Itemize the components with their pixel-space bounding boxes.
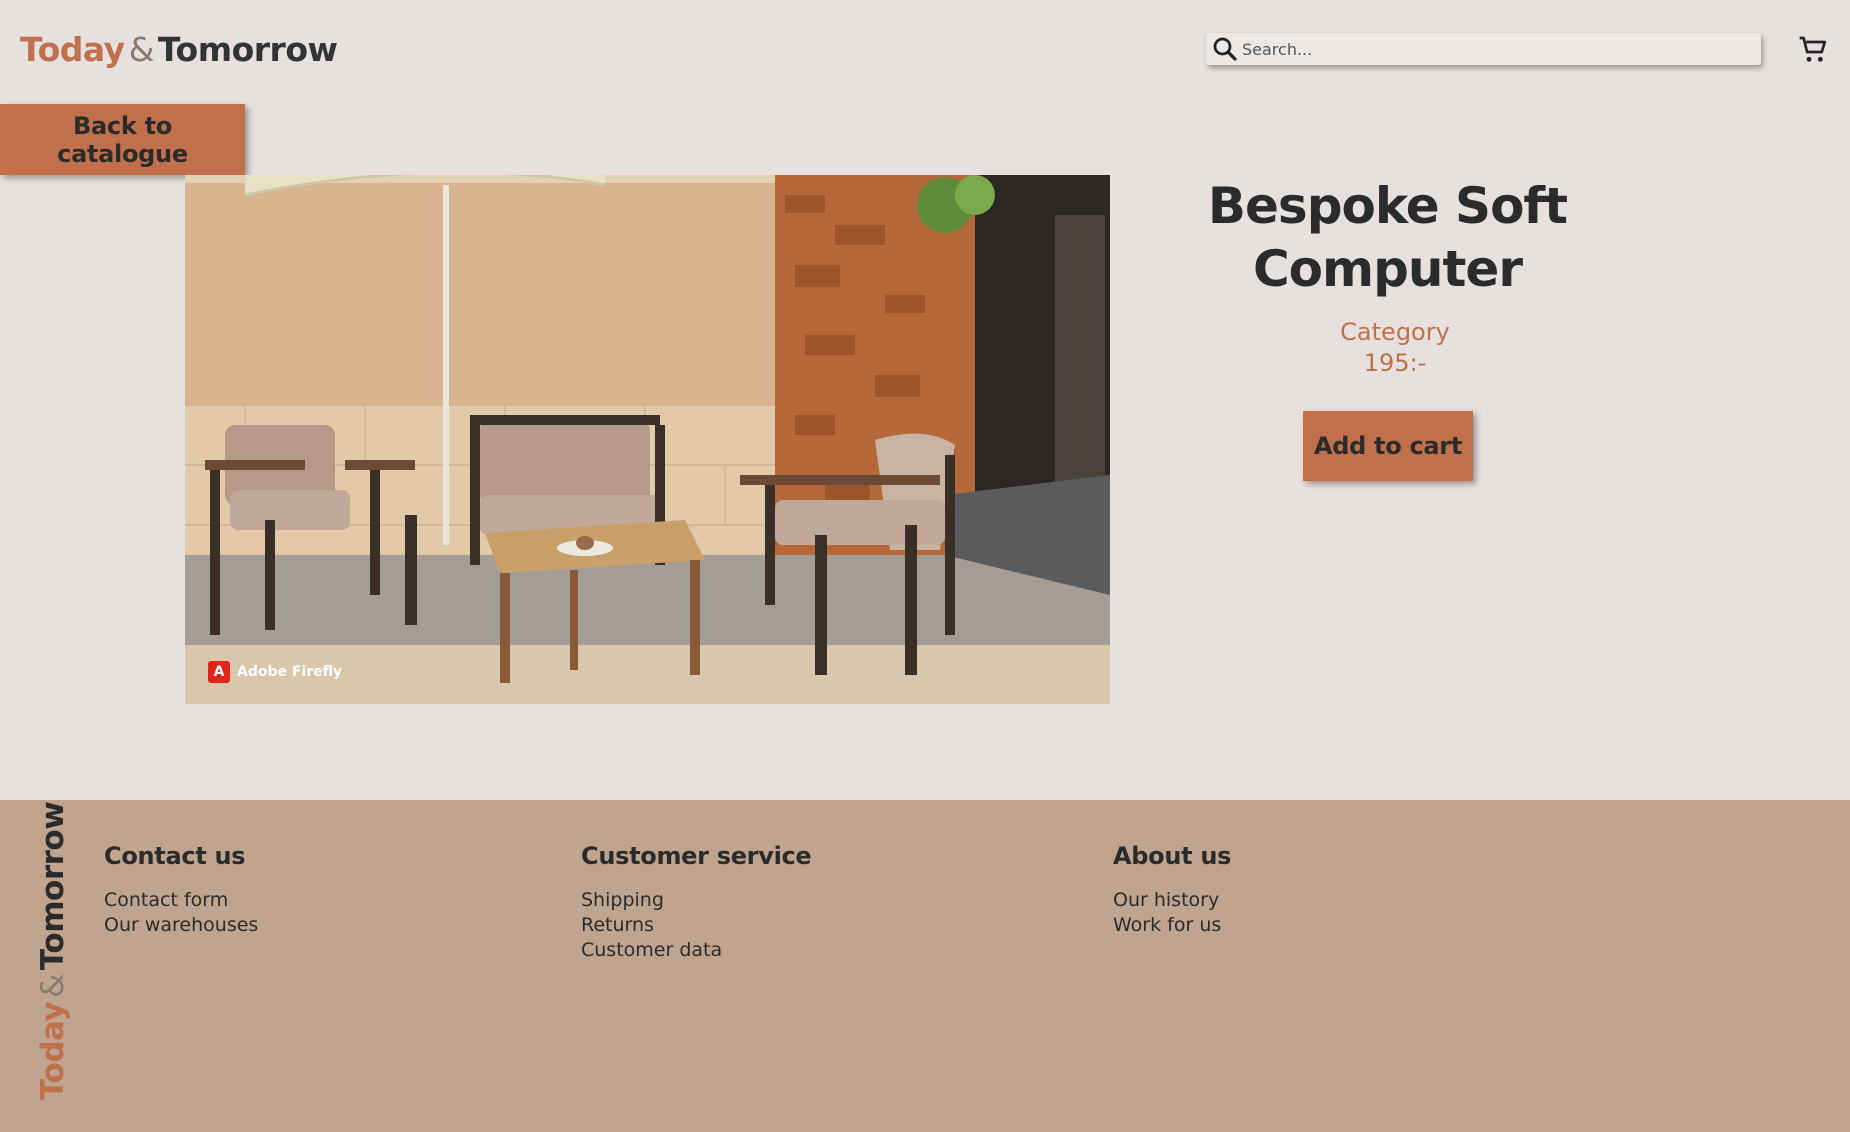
site-footer: Today & Tomorrow Contact us Contact form O… [0,800,1850,1132]
add-to-cart-button[interactable]: Add to cart [1303,411,1473,481]
footer-link-contact-form[interactable]: Contact form [104,888,258,913]
footer-link-returns[interactable]: Returns [581,913,811,938]
product-price: 195:- [1363,349,1427,377]
logo-word-tomorrow: Tomorrow [157,30,338,69]
back-to-catalogue-button[interactable]: Back to catalogue [0,104,245,175]
cart-icon[interactable] [1797,34,1829,66]
footer-heading-contact: Contact us [104,842,246,870]
footer-heading-customer-service: Customer service [581,842,812,870]
watermark-label: Adobe Firefly [237,664,343,680]
image-watermark: A Adobe Firefly [208,661,342,683]
footer-logo[interactable]: Today & Tomorrow [35,802,71,1100]
product-image: A Adobe Firefly [185,175,1110,704]
logo-word-today: Today [20,30,125,69]
footer-link-customer-data[interactable]: Customer data [581,938,811,963]
footer-link-our-history[interactable]: Our history [1113,888,1231,913]
footer-link-our-warehouses[interactable]: Our warehouses [104,913,258,938]
footer-link-shipping[interactable]: Shipping [581,888,811,913]
footer-column-contact: Contact us Contact form Our warehouses [104,842,258,938]
search-bar [1206,33,1761,65]
product-category: Category [1340,318,1450,346]
logo-ampersand: & [128,30,155,69]
footer-column-customer-service: Customer service Shipping Returns Custom… [581,842,812,963]
search-input[interactable] [1240,33,1761,65]
footer-link-work-for-us[interactable]: Work for us [1113,913,1231,938]
search-icon[interactable] [1210,34,1240,64]
footer-logo-word-tomorrow: Tomorrow [35,801,71,971]
footer-logo-ampersand: & [35,974,71,998]
footer-logo-word-today: Today [35,1001,71,1100]
patio-furniture-illustration [185,175,1110,704]
footer-column-about: About us Our history Work for us [1113,842,1231,938]
adobe-icon: A [208,661,230,683]
site-logo[interactable]: Today & Tomorrow [20,30,338,69]
footer-heading-about: About us [1113,842,1232,870]
product-title: Bespoke Soft Computer [1207,177,1568,298]
